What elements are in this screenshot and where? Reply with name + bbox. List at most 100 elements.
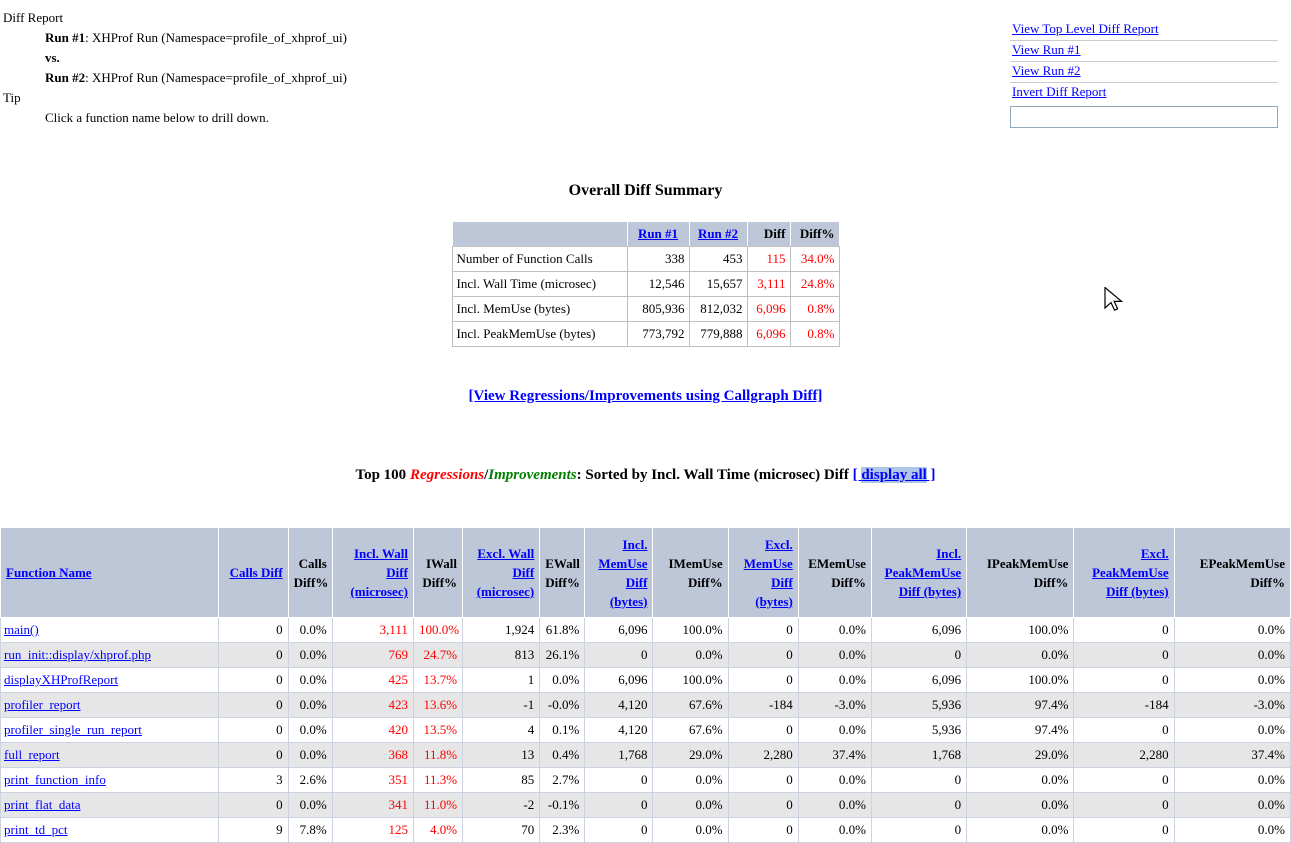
function-link-profiler-report[interactable]: profiler_report bbox=[4, 697, 81, 712]
sort-link-function-name[interactable]: Function Name bbox=[6, 565, 92, 580]
run2-column-link[interactable]: Run #2 bbox=[698, 226, 738, 241]
tip-label: Tip bbox=[3, 88, 347, 108]
cell-imemuse-diff: 67.6% bbox=[653, 693, 728, 718]
cell-incl-wall-diff-microsec: 368 bbox=[332, 743, 413, 768]
cell-epeakmemuse-diff: 0.0% bbox=[1174, 643, 1290, 668]
sort-link-excl-peakmemuse-diff-bytes[interactable]: Excl. PeakMemUse Diff (bytes) bbox=[1092, 546, 1169, 599]
function-name-cell: displayXHProfReport bbox=[1, 668, 219, 693]
cell-excl-peakmemuse-diff-bytes: 0 bbox=[1074, 768, 1174, 793]
view-run-2-link[interactable]: View Run #2 bbox=[1012, 63, 1081, 78]
cell-ipeakmemuse-diff: 0.0% bbox=[967, 643, 1074, 668]
cell-epeakmemuse-diff: 0.0% bbox=[1174, 618, 1290, 643]
column-header-excl-wall-diff-microsec: Excl. Wall Diff (microsec) bbox=[463, 528, 540, 618]
cell-incl-memuse-diff-bytes: 4,120 bbox=[585, 718, 653, 743]
cell-ememuse-diff: 0.0% bbox=[798, 643, 871, 668]
cell-incl-memuse-diff-bytes: 0 bbox=[585, 793, 653, 818]
function-row-main: main()00.0%3,111100.0%1,92461.8%6,096100… bbox=[1, 618, 1291, 643]
run2-desc: : XHProf Run (Namespace=profile_of_xhpro… bbox=[85, 70, 347, 85]
cell-incl-wall-diff-microsec: 351 bbox=[332, 768, 413, 793]
cell-calls-diff: 9 bbox=[218, 818, 288, 843]
cell-excl-peakmemuse-diff-bytes: -184 bbox=[1074, 693, 1174, 718]
summary-run1-value: 773,792 bbox=[627, 322, 689, 347]
cell-excl-peakmemuse-diff-bytes: 0 bbox=[1074, 618, 1174, 643]
cell-excl-memuse-diff-bytes: 0 bbox=[728, 768, 798, 793]
function-link-main[interactable]: main() bbox=[4, 622, 39, 637]
function-row-run-init-display-xhprof-php: run_init::display/xhprof.php00.0%76924.7… bbox=[1, 643, 1291, 668]
cell-calls-diff: 0 bbox=[218, 693, 288, 718]
run1-column-link[interactable]: Run #1 bbox=[638, 226, 678, 241]
cell-excl-memuse-diff-bytes: 0 bbox=[728, 818, 798, 843]
cell-calls-diff: 0 bbox=[218, 643, 288, 668]
sort-link-excl-wall-diff-microsec[interactable]: Excl. Wall Diff (microsec) bbox=[477, 546, 535, 599]
cell-calls-diff: 7.8% bbox=[288, 818, 332, 843]
nav-row: View Run #2 bbox=[1010, 62, 1278, 83]
cell-iwall-diff: 11.3% bbox=[413, 768, 462, 793]
cell-excl-wall-diff-microsec: 1,924 bbox=[463, 618, 540, 643]
cell-incl-memuse-diff-bytes: 1,768 bbox=[585, 743, 653, 768]
view-top-level-diff-report-link[interactable]: View Top Level Diff Report bbox=[1012, 21, 1159, 36]
summary-row-function-calls: Number of Function Calls 338 453 115 34.… bbox=[452, 247, 839, 272]
sort-link-incl-memuse-diff-bytes[interactable]: Incl. MemUse Diff (bytes) bbox=[598, 537, 647, 609]
cell-incl-peakmemuse-diff-bytes: 6,096 bbox=[871, 618, 966, 643]
cell-imemuse-diff: 100.0% bbox=[653, 618, 728, 643]
sort-link-incl-peakmemuse-diff-bytes[interactable]: Incl. PeakMemUse Diff (bytes) bbox=[885, 546, 962, 599]
sort-link-calls-diff[interactable]: Calls Diff bbox=[230, 565, 283, 580]
cell-ewall-diff: 0.4% bbox=[540, 743, 585, 768]
cell-incl-wall-diff-microsec: 769 bbox=[332, 643, 413, 668]
cell-iwall-diff: 4.0% bbox=[413, 818, 462, 843]
cell-calls-diff: 2.6% bbox=[288, 768, 332, 793]
invert-diff-report-link[interactable]: Invert Diff Report bbox=[1012, 84, 1106, 99]
callgraph-link-row: [View Regressions/Improvements using Cal… bbox=[0, 388, 1291, 405]
cell-incl-wall-diff-microsec: 425 bbox=[332, 668, 413, 693]
function-typeahead-input[interactable] bbox=[1010, 106, 1278, 128]
cell-ewall-diff: 0.0% bbox=[540, 668, 585, 693]
cell-incl-wall-diff-microsec: 125 bbox=[332, 818, 413, 843]
function-row-print-td-pct: print_td_pct97.8%1254.0%702.3%00.0%00.0%… bbox=[1, 818, 1291, 843]
sort-link-excl-memuse-diff-bytes[interactable]: Excl. MemUse Diff (bytes) bbox=[744, 537, 793, 609]
nav-links-box: View Top Level Diff Report View Run #1 V… bbox=[1010, 20, 1278, 128]
mouse-cursor bbox=[1104, 287, 1124, 313]
cell-iwall-diff: 100.0% bbox=[413, 618, 462, 643]
cell-excl-peakmemuse-diff-bytes: 0 bbox=[1074, 668, 1174, 693]
cell-ememuse-diff: 0.0% bbox=[798, 768, 871, 793]
cell-calls-diff: 0 bbox=[218, 618, 288, 643]
column-header-function-name: Function Name bbox=[1, 528, 219, 618]
function-link-profiler-single-run-report[interactable]: profiler_single_run_report bbox=[4, 722, 142, 737]
cell-excl-memuse-diff-bytes: 0 bbox=[728, 718, 798, 743]
cell-excl-peakmemuse-diff-bytes: 0 bbox=[1074, 818, 1174, 843]
summary-diffpct-value: 24.8% bbox=[790, 272, 839, 297]
summary-row-label: Incl. MemUse (bytes) bbox=[452, 297, 627, 322]
cell-ipeakmemuse-diff: 0.0% bbox=[967, 818, 1074, 843]
regressions-label: Regressions bbox=[410, 467, 484, 483]
display-all-link[interactable]: [ display all ] bbox=[853, 467, 936, 483]
cell-incl-memuse-diff-bytes: 4,120 bbox=[585, 693, 653, 718]
function-row-profiler-single-run-report: profiler_single_run_report00.0%42013.5%4… bbox=[1, 718, 1291, 743]
cell-calls-diff: 0 bbox=[218, 793, 288, 818]
cell-ipeakmemuse-diff: 0.0% bbox=[967, 793, 1074, 818]
cell-iwall-diff: 13.6% bbox=[413, 693, 462, 718]
function-link-displayxhprofreport[interactable]: displayXHProfReport bbox=[4, 672, 118, 687]
cell-imemuse-diff: 67.6% bbox=[653, 718, 728, 743]
column-header-incl-memuse-diff-bytes: Incl. MemUse Diff (bytes) bbox=[585, 528, 653, 618]
cell-excl-wall-diff-microsec: 1 bbox=[463, 668, 540, 693]
function-link-full-report[interactable]: full_report bbox=[4, 747, 60, 762]
cell-excl-peakmemuse-diff-bytes: 0 bbox=[1074, 718, 1174, 743]
cell-incl-peakmemuse-diff-bytes: 5,936 bbox=[871, 718, 966, 743]
sort-link-incl-wall-diff-microsec[interactable]: Incl. Wall Diff (microsec) bbox=[350, 546, 408, 599]
cell-ipeakmemuse-diff: 97.4% bbox=[967, 693, 1074, 718]
function-row-profiler-report: profiler_report00.0%42313.6%-1-0.0%4,120… bbox=[1, 693, 1291, 718]
summary-diff-value: 6,096 bbox=[747, 297, 790, 322]
function-link-print-function-info[interactable]: print_function_info bbox=[4, 772, 106, 787]
cell-calls-diff: 3 bbox=[218, 768, 288, 793]
function-link-print-td-pct[interactable]: print_td_pct bbox=[4, 822, 68, 837]
column-header-epeakmemuse-diff: EPeakMemUse Diff% bbox=[1174, 528, 1290, 618]
cell-calls-diff: 0.0% bbox=[288, 793, 332, 818]
cell-incl-peakmemuse-diff-bytes: 0 bbox=[871, 643, 966, 668]
function-link-print-flat-data[interactable]: print_flat_data bbox=[4, 797, 81, 812]
function-link-run-init-display-xhprof-php[interactable]: run_init::display/xhprof.php bbox=[4, 647, 151, 662]
cell-incl-memuse-diff-bytes: 0 bbox=[585, 643, 653, 668]
callgraph-diff-link[interactable]: [View Regressions/Improvements using Cal… bbox=[469, 388, 823, 404]
view-run-1-link[interactable]: View Run #1 bbox=[1012, 42, 1081, 57]
function-name-cell: profiler_single_run_report bbox=[1, 718, 219, 743]
cell-epeakmemuse-diff: 0.0% bbox=[1174, 768, 1290, 793]
